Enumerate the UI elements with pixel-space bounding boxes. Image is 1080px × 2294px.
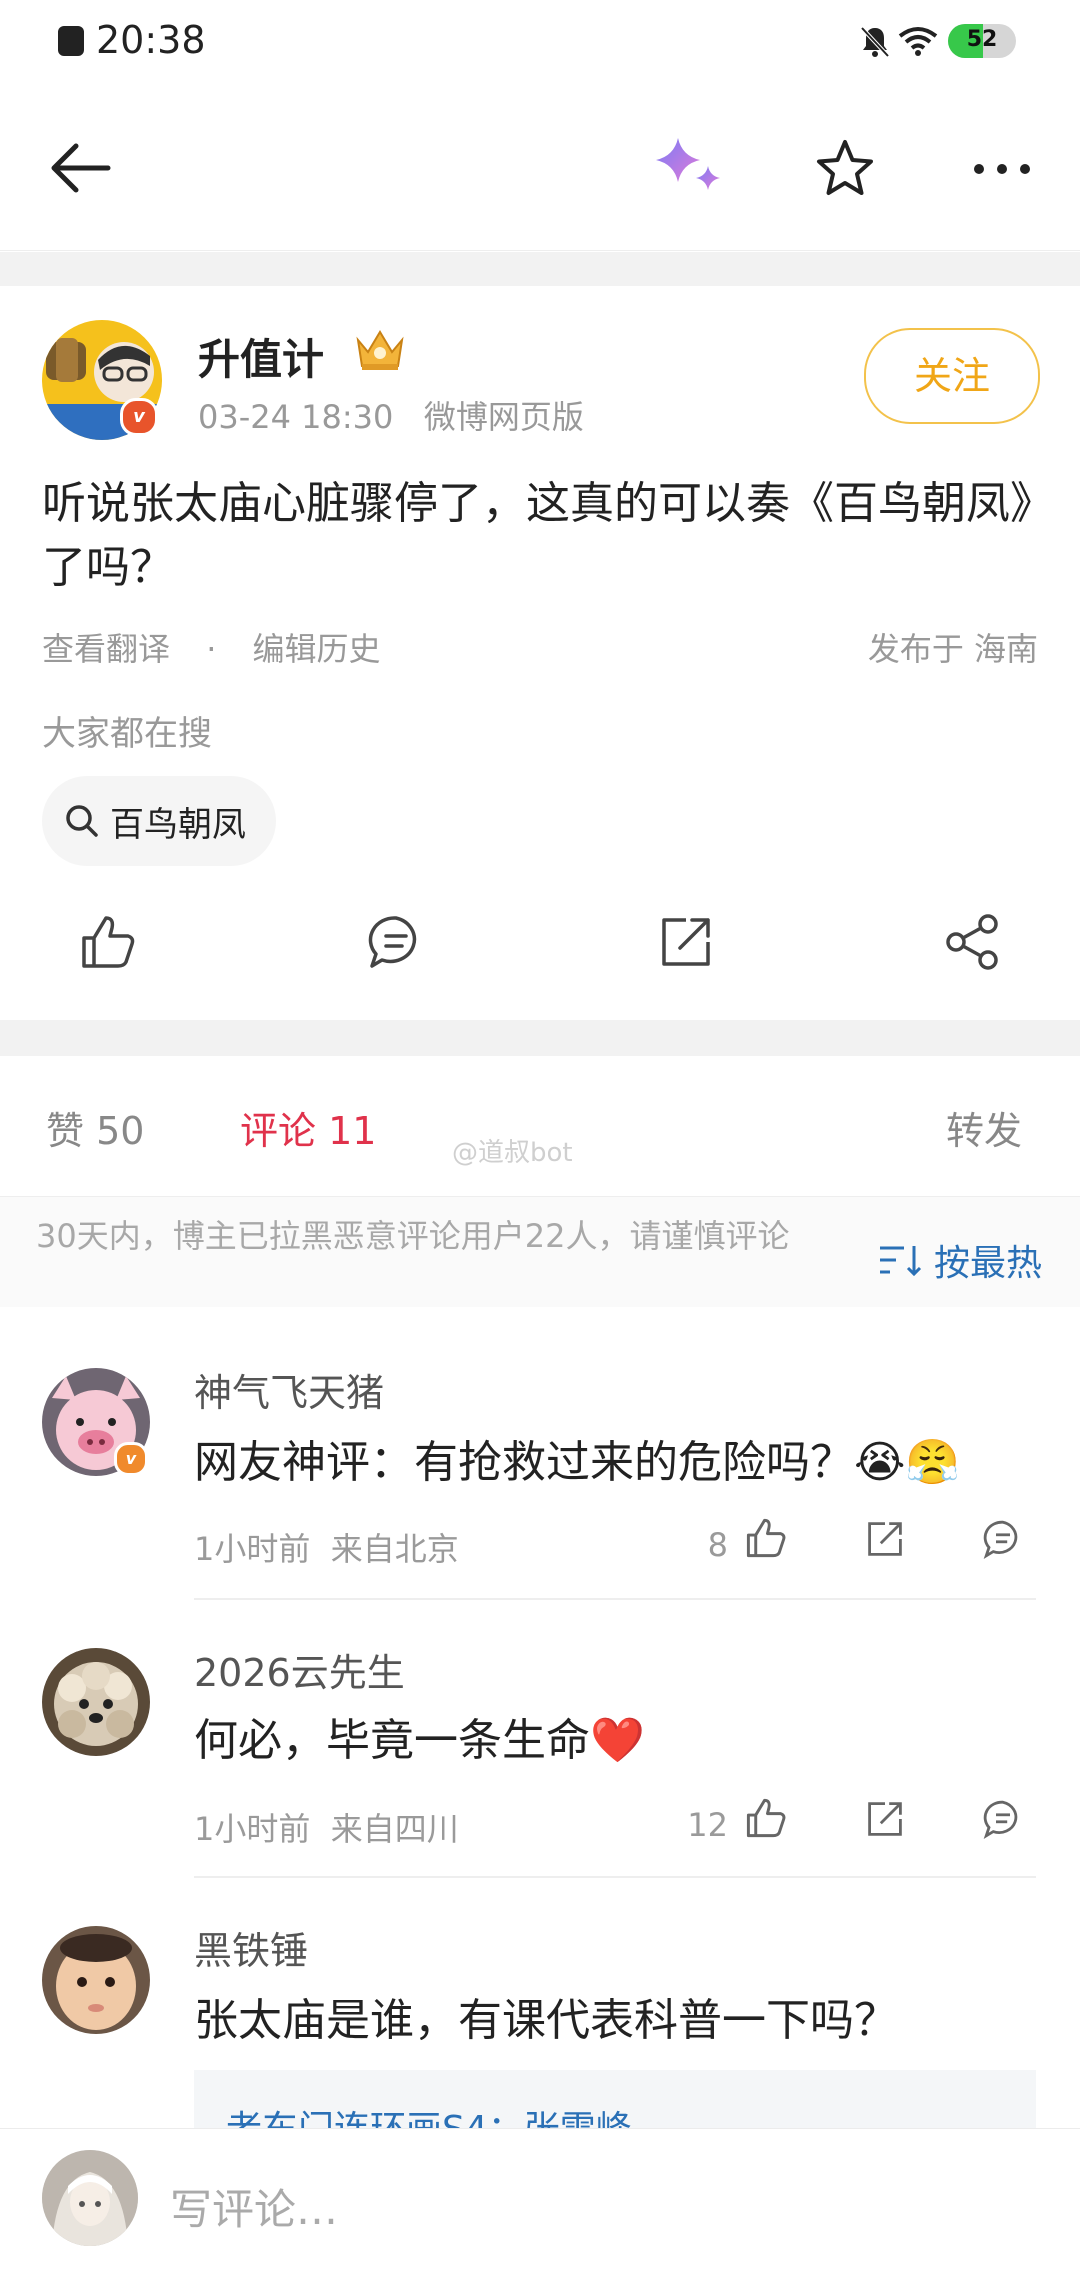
sort-hot-button[interactable]: 按最热: [878, 1234, 1042, 1286]
separator-dot: ·: [206, 630, 217, 668]
post-body: 听说张太庙心脏骤停了，这真的可以奏《百鸟朝凤》了吗？: [42, 478, 1032, 593]
status-bar: 20:38 52: [0, 0, 1080, 84]
comment-reply-icon[interactable]: [982, 1798, 1024, 1840]
watermark: @道叔bot: [452, 1138, 573, 1168]
more-options-icon[interactable]: [972, 162, 1032, 176]
sort-label: 按最热: [933, 1243, 1042, 1284]
back-arrow-icon[interactable]: [46, 140, 112, 196]
author-name[interactable]: 升值计: [198, 326, 324, 387]
post-date: 03-24 18:30: [198, 398, 394, 436]
like-icon[interactable]: [78, 912, 138, 972]
comment-text: 张太庙是谁，有课代表科普一下吗？: [194, 1995, 898, 2046]
comment-divider: [194, 1876, 1036, 1878]
share-icon[interactable]: [942, 912, 1002, 972]
comment-text: 网友神评：有抢救过来的危险吗？😭😤: [194, 1437, 961, 1488]
tab-reposts[interactable]: 转发: [946, 1100, 1022, 1155]
comment-like-count: 12: [687, 1806, 728, 1844]
verified-badge-icon: v: [120, 398, 158, 436]
comment-place: 来自北京: [330, 1530, 459, 1568]
compose-bar[interactable]: [0, 2128, 1080, 2294]
crown-badge-icon: [356, 330, 404, 370]
comment-reply-icon[interactable]: [982, 1518, 1024, 1560]
comment-like-icon[interactable]: [744, 1516, 788, 1560]
trending-search-label: 大家都在搜: [42, 714, 212, 754]
comment-text: 何必，毕竟一条生命❤️: [194, 1715, 645, 1766]
my-avatar[interactable]: [42, 2150, 138, 2246]
favorite-star-icon[interactable]: [814, 138, 876, 198]
section-gap: [0, 1020, 1080, 1056]
trending-search-chip[interactable]: 百鸟朝凤: [42, 776, 276, 866]
comment-icon[interactable]: [366, 912, 426, 972]
battery-percent: 52: [966, 27, 998, 52]
comment-input[interactable]: 写评论…: [170, 2176, 338, 2237]
comment-like-count: 8: [707, 1526, 728, 1564]
wifi-icon: [898, 27, 938, 56]
edit-history-link[interactable]: 编辑历史: [253, 630, 381, 668]
ai-sparkle-icon[interactable]: [652, 134, 726, 200]
post-meta: 03-24 18:30 微博网页版: [198, 392, 584, 438]
status-time: 20:38: [96, 18, 206, 62]
comment-meta: 1小时前 来自四川: [194, 1804, 459, 1850]
comment-divider: [194, 1598, 1036, 1600]
trending-search-text: 百鸟朝凤: [110, 804, 246, 845]
comment-time: 1小时前: [194, 1530, 311, 1568]
blocked-users-notice: 30天内，博主已拉黑恶意评论用户22人，请谨慎评论: [36, 1217, 790, 1255]
post-source: 微博网页版: [423, 398, 584, 436]
comment-place: 来自四川: [330, 1810, 459, 1848]
commenter-name[interactable]: 黑铁锤: [194, 1920, 308, 1975]
comment-meta: 1小时前 来自北京: [194, 1524, 459, 1570]
comment-repost-icon[interactable]: [864, 1518, 906, 1560]
member-badge-icon: v: [114, 1442, 148, 1476]
comment-time: 1小时前: [194, 1810, 311, 1848]
post-location: 发布于 海南: [867, 630, 1038, 668]
sort-icon: [879, 1246, 922, 1277]
tab-comments[interactable]: 评论 11: [240, 1100, 376, 1155]
post-tools: 查看翻译 · 编辑历史: [42, 624, 381, 670]
search-icon: [66, 805, 98, 837]
mute-bell-icon: [860, 26, 890, 58]
commenter-avatar[interactable]: [42, 1926, 150, 2034]
repost-icon[interactable]: [656, 912, 716, 972]
sim-icon: [58, 26, 84, 56]
commenter-name[interactable]: 神气飞天猪: [194, 1362, 384, 1417]
translate-link[interactable]: 查看翻译: [42, 630, 170, 668]
commenter-avatar[interactable]: [42, 1648, 150, 1756]
section-gap: [0, 252, 1080, 286]
follow-button[interactable]: 关注: [864, 328, 1040, 424]
comment-like-icon[interactable]: [744, 1796, 788, 1840]
top-nav-bar: [0, 90, 1080, 251]
comment-repost-icon[interactable]: [864, 1798, 906, 1840]
battery-indicator: 52: [948, 24, 1016, 58]
commenter-name[interactable]: 2026云先生: [194, 1642, 405, 1697]
interaction-tabs: [0, 1056, 1080, 1196]
tab-likes[interactable]: 赞 50: [46, 1100, 144, 1155]
